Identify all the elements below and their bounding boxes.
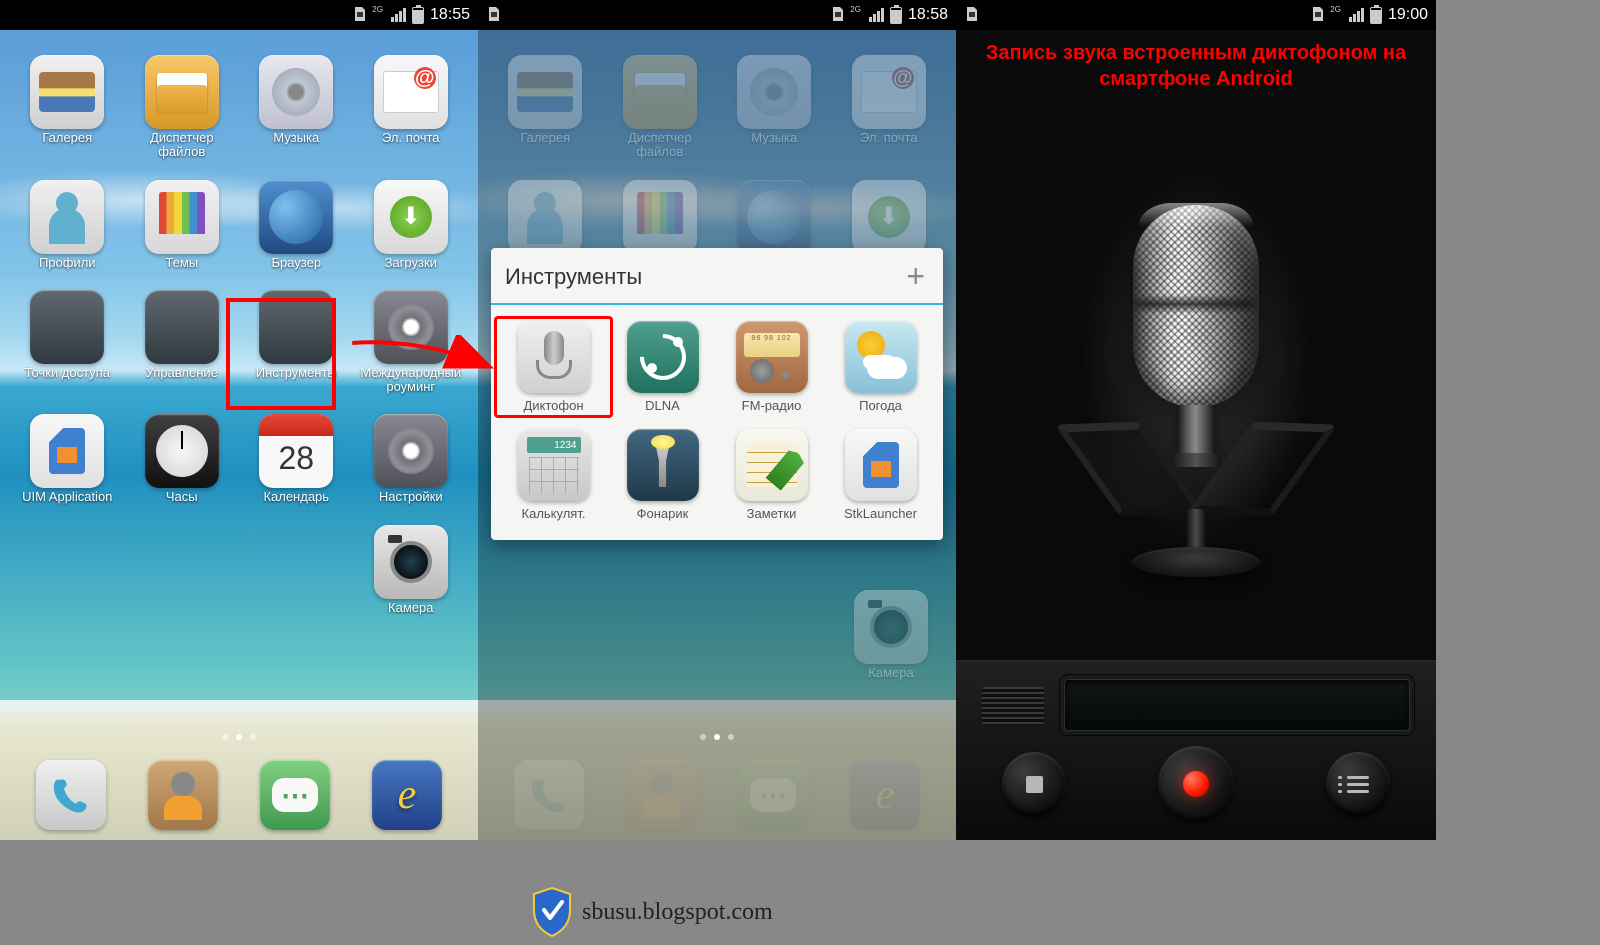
add-to-folder-button[interactable]: +	[902, 258, 929, 295]
sim-icon	[830, 6, 846, 25]
dock-phone[interactable]	[36, 760, 106, 830]
app-clock[interactable]: Часы	[125, 414, 240, 504]
app-downloads[interactable]: Загрузки	[354, 180, 469, 270]
signal-icon	[1349, 8, 1364, 22]
app-access-points[interactable]: Точки доступа	[10, 290, 125, 395]
annotation-title: Запись звука встроенным диктофоном на см…	[956, 30, 1436, 98]
app-files[interactable]: Диспетчер файлов	[125, 55, 240, 160]
app-recorder[interactable]: Диктофон	[494, 316, 613, 418]
signal-icon	[391, 8, 406, 22]
status-bar: 2G 18:58	[478, 0, 956, 30]
phone-screen-1: 2G 18:55 Галерея Диспетчер файлов Музыка…	[0, 0, 478, 840]
recorder-app: Запись звука встроенным диктофоном на см…	[956, 30, 1436, 840]
dock-contacts[interactable]	[148, 760, 218, 830]
app-themes[interactable]: Темы	[125, 180, 240, 270]
battery-icon	[1370, 7, 1382, 24]
folder-popup: + Диктофон DLNA 96 98 102FM-радио Погода…	[491, 248, 943, 540]
microphone-neck-icon	[1178, 405, 1214, 459]
app-fm-radio[interactable]: 96 98 102FM-радио	[717, 321, 826, 413]
status-bar: 2G 19:00	[956, 0, 1436, 30]
app-settings[interactable]: Настройки	[354, 414, 469, 504]
dock-dimmed	[478, 760, 956, 830]
app-music[interactable]: Музыка	[239, 55, 354, 160]
app-calculator[interactable]: Калькулят.	[499, 429, 608, 521]
network-type: 2G	[850, 5, 861, 14]
app-email: Эл. почта	[832, 55, 947, 160]
dock-messages[interactable]	[260, 760, 330, 830]
app-dlna[interactable]: DLNA	[608, 321, 717, 413]
microphone-base-icon	[1132, 547, 1260, 577]
app-files: Диспетчер файлов	[603, 55, 718, 160]
app-notes[interactable]: Заметки	[717, 429, 826, 521]
app-camera[interactable]: Камера	[354, 525, 469, 615]
recordings-list-button[interactable]	[1326, 752, 1390, 816]
network-type: 2G	[1330, 5, 1341, 14]
recorder-controls	[956, 746, 1436, 822]
app-roaming[interactable]: Международный роуминг	[354, 290, 469, 395]
home-grid-dimmed: Галерея Диспетчер файлов Музыка Эл. почт…	[478, 45, 956, 256]
recorder-panel	[956, 660, 1436, 840]
network-type: 2G	[372, 5, 383, 14]
record-button[interactable]	[1158, 746, 1234, 822]
clock-time: 18:55	[430, 6, 470, 24]
sim-icon	[486, 6, 502, 25]
page-indicator	[478, 734, 956, 740]
app-profiles[interactable]: Профили	[10, 180, 125, 270]
dock	[0, 760, 478, 830]
app-browser[interactable]: Браузер	[239, 180, 354, 270]
app-weather[interactable]: Погода	[826, 321, 935, 413]
app-email[interactable]: Эл. почта	[354, 55, 469, 160]
folder-header: +	[491, 248, 943, 305]
phone-screen-3: 2G 19:00 Запись звука встроенным диктофо…	[956, 0, 1436, 840]
phone-screen-2: 2G 18:58 Галерея Диспетчер файлов Музыка…	[478, 0, 956, 840]
app-stklauncher[interactable]: StkLauncher	[826, 429, 935, 521]
app-gallery: Галерея	[488, 55, 603, 160]
watermark-text: sbusu.blogspot.com	[582, 899, 773, 926]
microphone-graphic	[956, 98, 1436, 660]
app-uim[interactable]: UIM Application	[10, 414, 125, 504]
app-management[interactable]: Управление	[125, 290, 240, 395]
clock-time: 19:00	[1388, 6, 1428, 24]
dock-internet[interactable]	[372, 760, 442, 830]
sim-icon	[964, 6, 980, 25]
app-camera-dimmed: Камера	[854, 590, 928, 680]
app-gallery[interactable]: Галерея	[10, 55, 125, 160]
sim-icon	[1310, 6, 1326, 25]
recorder-display	[1064, 679, 1410, 731]
folder-grid: Диктофон DLNA 96 98 102FM-радио Погода К…	[491, 305, 943, 540]
app-music: Музыка	[717, 55, 832, 160]
watermark: sbusu.blogspot.com	[530, 886, 773, 938]
app-flashlight[interactable]: Фонарик	[608, 429, 717, 521]
battery-icon	[412, 7, 424, 24]
app-calendar[interactable]: Календарь	[239, 414, 354, 504]
page-indicator	[0, 734, 478, 740]
folder-title-input[interactable]	[505, 264, 902, 290]
speaker-grille-icon	[982, 687, 1044, 725]
annotation-highlight	[226, 298, 336, 410]
sim-icon	[352, 6, 368, 25]
status-bar: 2G 18:55	[0, 0, 478, 30]
shield-icon	[530, 886, 574, 938]
signal-icon	[869, 8, 884, 22]
stop-button[interactable]	[1002, 752, 1066, 816]
microphone-head-icon	[1133, 205, 1259, 407]
clock-time: 18:58	[908, 6, 948, 24]
battery-icon	[890, 7, 902, 24]
